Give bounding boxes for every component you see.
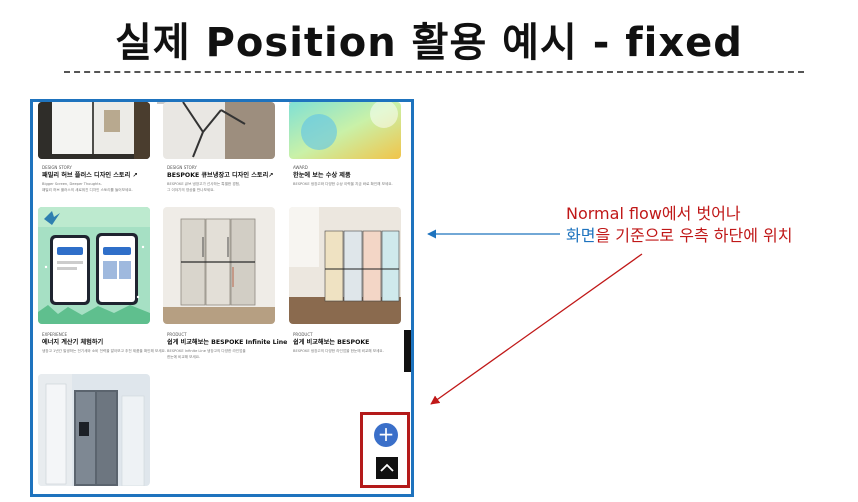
callout-line-2: 화면을 기준으로 우측 하단에 위치 — [566, 225, 792, 247]
bespoke-fridge-illustration — [289, 207, 401, 324]
card-image — [38, 207, 150, 324]
chevron-up-icon — [380, 463, 394, 472]
card-desc: 냉장고 1년간 발생하는 전기세와 소비 전력을 알아보고 추천 제품을 확인해… — [42, 349, 166, 353]
energy-calculator-illustration — [38, 207, 150, 324]
card-image — [289, 207, 401, 324]
card-image — [38, 102, 150, 159]
dashed-divider — [64, 71, 804, 73]
award-gradient-illustration — [289, 102, 401, 159]
callout-line-1: Normal flow에서 벗어나 — [566, 204, 741, 223]
card-title[interactable]: 쉽게 비교해보는 BESPOKE Infinite Line — [167, 337, 287, 346]
card-image — [38, 374, 150, 486]
family-hub-fridge-illustration — [38, 374, 150, 486]
red-arrow — [430, 253, 643, 405]
fridge-door-illustration — [38, 102, 150, 159]
fixed-position-highlight-box: + — [360, 412, 410, 488]
card-title[interactable]: BESPOKE 큐브냉장고 디자인 스토리↗ — [167, 170, 273, 179]
card-desc: BESPOKE 큐브 냉장고가 선사하는 특별한 경험, — [167, 182, 241, 186]
card-desc: 한눈에 비교해 보세요. — [167, 355, 201, 359]
callout-line-2-rest: 을 기준으로 우측 하단에 위치 — [595, 226, 793, 245]
card-desc: BESPOKE 냉장고와 다양한 수상 이력을 지금 바로 확인해 보세요. — [293, 182, 393, 186]
card-image — [289, 102, 401, 159]
webpage-screenshot: DESIGN STORY 패밀리 허브 플러스 디자인 스토리 ↗ Bigger… — [30, 99, 414, 497]
callout-highlight: 화면 — [566, 226, 596, 245]
lamp-illustration — [163, 102, 275, 159]
annotation-callout: Normal flow에서 벗어나 화면을 기준으로 우측 하단에 위치 — [566, 203, 792, 247]
plus-icon[interactable]: + — [374, 423, 398, 447]
side-floating-tab[interactable] — [404, 330, 411, 372]
card-desc: 그 이야기의 영상을 만나보세요. — [167, 188, 215, 192]
back-to-top-button[interactable] — [376, 457, 398, 479]
card-image — [163, 207, 275, 324]
slide-title: 실제 Position 활용 예시 - fixed — [115, 20, 743, 66]
card-title[interactable]: 에너지 계산기 체험하기 — [42, 337, 103, 346]
infinite-line-fridge-illustration — [163, 207, 275, 324]
card-desc: Bigger Screen, Deeper Thoughts. — [42, 182, 102, 186]
card-image — [163, 102, 275, 159]
card-desc: BESPOKE Infinite Line 냉장고의 다양한 라인업을 — [167, 349, 246, 353]
card-desc: BESPOKE 냉장고의 다양한 라인업을 한눈에 비교해 보세요. — [293, 349, 384, 353]
card-title[interactable]: 한눈에 보는 수상 제품 — [293, 170, 351, 179]
card-desc: 패밀리 허브 플러스의 새로워진 디자인 스토리를 들어보세요. — [42, 188, 133, 192]
card-title[interactable]: 쉽게 비교해보는 BESPOKE — [293, 337, 369, 346]
card-title[interactable]: 패밀리 허브 플러스 디자인 스토리 ↗ — [42, 170, 138, 179]
